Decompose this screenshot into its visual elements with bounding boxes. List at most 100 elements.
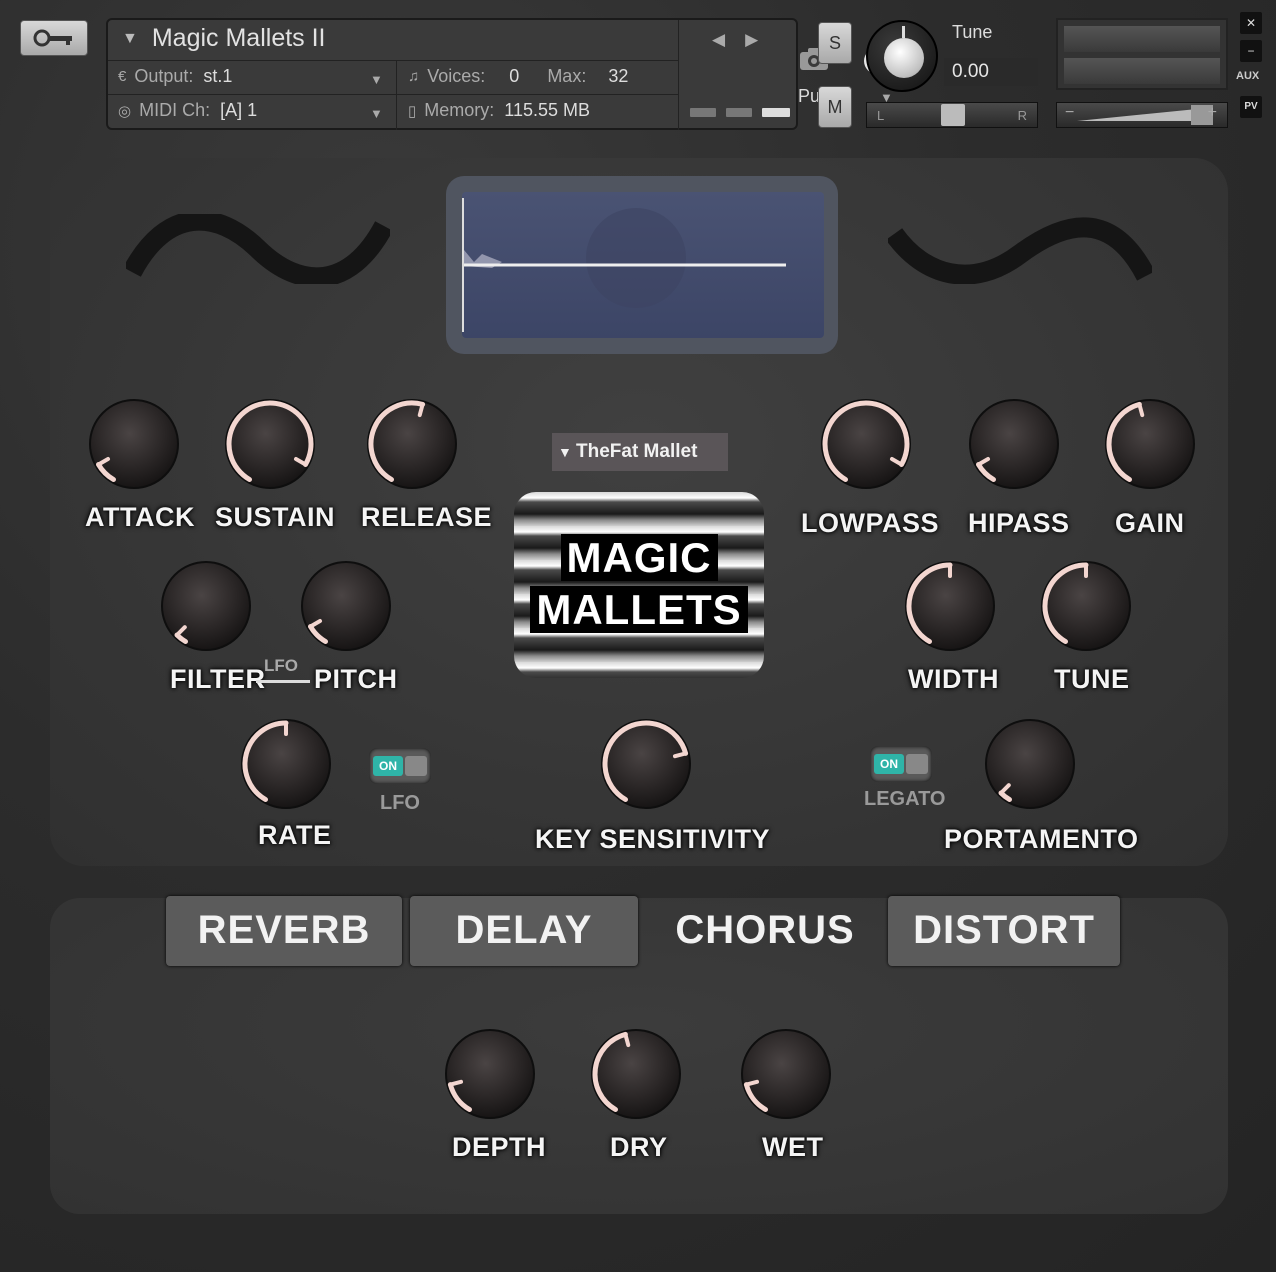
knob-body — [1105, 399, 1195, 489]
knob-body — [161, 561, 251, 651]
knob-body — [89, 399, 179, 489]
portamento-label: PORTAMENTO — [944, 824, 1139, 854]
wet-knob[interactable] — [738, 1026, 834, 1127]
output-row[interactable]: € Output: st.1 — [118, 66, 232, 87]
key-sensitivity-label: KEY SENSITIVITY — [535, 824, 771, 854]
divider — [678, 20, 679, 130]
knob-graphic — [301, 561, 391, 651]
triangle-down-icon[interactable]: ▼ — [122, 30, 138, 48]
portamento-knob[interactable] — [982, 716, 1078, 817]
voices-icon: ♫ — [408, 68, 420, 85]
divider — [108, 94, 678, 95]
lfo-toggle[interactable]: ON — [369, 748, 431, 784]
lfo-link-line — [256, 680, 310, 683]
gain-knob[interactable] — [1102, 396, 1198, 497]
lowpass-knob[interactable] — [818, 396, 914, 497]
tab-delay[interactable]: DELAY — [410, 896, 638, 966]
voices-label: Voices: — [427, 66, 486, 86]
legato-toggle-label: LEGATO — [864, 788, 946, 810]
output-icon: € — [118, 68, 127, 85]
divider — [108, 60, 678, 61]
preset-name: TheFat Mallet — [576, 441, 698, 462]
preset-dropdown[interactable]: ▼ TheFat Mallet — [552, 433, 728, 471]
width-knob[interactable] — [902, 558, 998, 659]
tab-reverb[interactable]: REVERB — [166, 896, 402, 966]
volume-minus-label: − — [1065, 104, 1075, 121]
knob-graphic — [821, 399, 911, 489]
depth-knob[interactable] — [442, 1026, 538, 1127]
aux-button[interactable]: AUX — [1236, 70, 1259, 82]
rate-knob[interactable] — [238, 716, 334, 817]
pan-slider[interactable]: L R — [866, 102, 1038, 128]
master-tune-knob[interactable] — [866, 20, 938, 92]
knob-graphic — [985, 719, 1075, 809]
knob-indicator — [672, 751, 688, 759]
legato-toggle[interactable]: ON — [870, 746, 932, 782]
midi-row[interactable]: ◎ MIDI Ch: [A] 1 — [118, 100, 257, 121]
preset-nav-arrows[interactable]: ◀▶ — [712, 30, 778, 50]
prev-arrow-icon[interactable]: ◀ — [712, 30, 745, 49]
level-meter-right — [1064, 58, 1220, 84]
max-voices-value[interactable]: 32 — [608, 66, 628, 87]
wet-label: WET — [762, 1132, 824, 1162]
tune-value[interactable]: 0.00 — [944, 58, 1038, 86]
knob-cap — [884, 38, 924, 78]
voices-value: 0 — [509, 66, 520, 86]
tab-distort[interactable]: DISTORT — [888, 896, 1120, 966]
filter-label: FILTER — [170, 664, 266, 694]
midi-dropdown-icon[interactable]: ▼ — [370, 106, 383, 121]
knob-graphic — [1041, 561, 1131, 651]
logo-line-2: MALLETS — [530, 586, 748, 633]
memory-label: Memory: — [424, 100, 495, 120]
tab-chorus[interactable]: CHORUS — [652, 896, 878, 966]
pitch-knob[interactable] — [298, 558, 394, 659]
wrench-button[interactable] — [20, 20, 88, 56]
minimize-icon[interactable]: − — [1240, 40, 1262, 62]
knob-indicator — [744, 1079, 760, 1087]
memory-row: ▯ Memory: 115.55 MB — [408, 100, 590, 121]
knob-indicator — [1137, 402, 1145, 418]
knob-body — [969, 399, 1059, 489]
knob-graphic — [1105, 399, 1195, 489]
instrument-title-row[interactable]: ▼ Magic Mallets II — [122, 24, 326, 53]
wrench-icon — [33, 29, 72, 47]
plugin-frame: ▼ Magic Mallets II ◀▶ i € Output: st.1 ▼… — [0, 0, 1276, 1272]
gain-label: GAIN — [1115, 508, 1185, 538]
key-sensitivity-knob[interactable] — [598, 716, 694, 817]
mute-button[interactable]: M — [818, 86, 852, 128]
close-icon[interactable]: ✕ — [1240, 12, 1262, 34]
knob-graphic — [601, 719, 691, 809]
sustain-knob[interactable] — [222, 396, 318, 497]
midi-label: MIDI Ch: — [139, 100, 211, 120]
knob-body — [601, 719, 691, 809]
dry-knob[interactable] — [588, 1026, 684, 1127]
knob-graphic — [905, 561, 995, 651]
filter-knob[interactable] — [158, 558, 254, 659]
pitch-label: PITCH — [314, 664, 398, 694]
sustain-label: SUSTAIN — [215, 502, 336, 532]
toggle-off-segment — [405, 756, 427, 776]
knob-graphic — [89, 399, 179, 489]
next-arrow-icon[interactable]: ▶ — [745, 30, 778, 49]
memory-value: 115.55 MB — [504, 100, 591, 120]
depth-label: DEPTH — [452, 1132, 547, 1162]
max-label: Max: — [547, 66, 587, 86]
release-knob[interactable] — [364, 396, 460, 497]
tune-knob[interactable] — [1038, 558, 1134, 659]
chevron-down-icon: ▼ — [558, 444, 572, 460]
pv-button[interactable]: PV — [1240, 96, 1262, 118]
solo-button[interactable]: S — [818, 22, 852, 64]
output-label: Output: — [134, 66, 194, 86]
output-dropdown-icon[interactable]: ▼ — [370, 72, 383, 87]
attack-knob[interactable] — [86, 396, 182, 497]
instrument-name: Magic Mallets II — [151, 24, 326, 52]
memory-icon: ▯ — [408, 102, 417, 120]
level-meter-left — [1064, 26, 1220, 52]
pan-handle[interactable] — [941, 104, 965, 126]
toggle-on-label: ON — [373, 756, 403, 776]
volume-slider[interactable]: − + — [1056, 102, 1228, 128]
knob-graphic — [241, 719, 331, 809]
hipass-label: HIPASS — [968, 508, 1070, 538]
hipass-knob[interactable] — [966, 396, 1062, 497]
lowpass-label: LOWPASS — [801, 508, 939, 538]
